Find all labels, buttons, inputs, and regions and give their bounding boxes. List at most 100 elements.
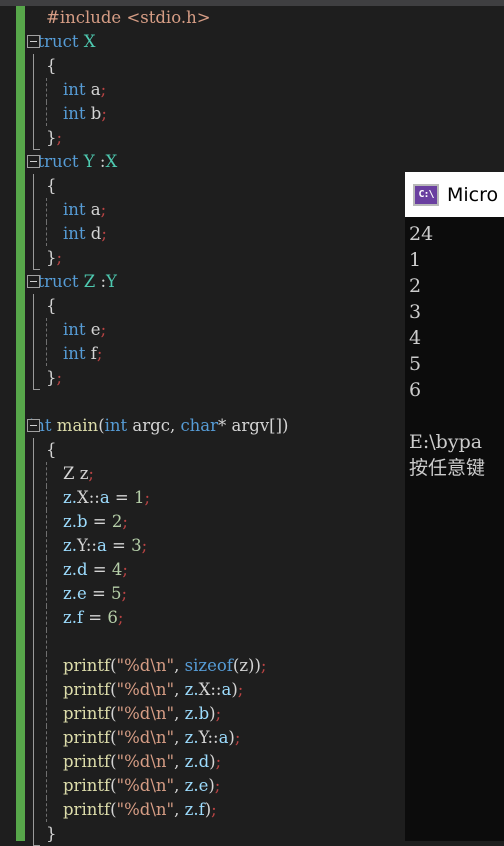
code-line-text: printf("%d\n", sizeof(z));	[63, 656, 266, 675]
code-token: ;	[100, 320, 107, 339]
code-token: e	[90, 320, 101, 339]
code-token: ;	[234, 728, 241, 747]
code-token: z.	[184, 752, 199, 771]
code-token: int	[63, 344, 86, 363]
console-title: Micro	[447, 183, 499, 206]
indent-guide	[46, 510, 47, 534]
code-token: b	[198, 704, 210, 723]
block-guide	[33, 366, 40, 390]
code-line-text: }	[46, 824, 57, 843]
indent-guide	[46, 726, 47, 750]
code-token: 2	[111, 512, 123, 531]
code-token: ;	[214, 776, 221, 795]
code-token: z.	[63, 512, 77, 531]
code-line-text: printf("%d\n", z.b);	[63, 704, 221, 723]
code-line[interactable]: int b;	[0, 102, 504, 126]
code-line-text: struct Z :Y	[29, 272, 117, 291]
code-line-text: struct Y :X	[29, 152, 117, 171]
code-line[interactable]: int a;	[0, 78, 504, 102]
code-token: #include <stdio.h>	[46, 8, 211, 27]
indent-guide	[46, 486, 47, 510]
code-token: ;	[211, 800, 217, 819]
code-token: ;	[121, 584, 128, 603]
indent-guide	[46, 318, 47, 342]
code-token: z.	[184, 728, 199, 747]
code-line-text: int b;	[63, 104, 107, 123]
code-line[interactable]: };	[0, 126, 504, 150]
code-token: ::	[210, 680, 222, 699]
fold-collapse-icon[interactable]	[27, 155, 40, 168]
code-line-text: Z z;	[63, 464, 94, 483]
code-token: }	[46, 128, 57, 147]
block-guide	[33, 726, 34, 750]
code-token: ::	[85, 536, 97, 555]
block-guide	[33, 462, 34, 486]
code-token: a	[218, 728, 229, 747]
code-token: printf	[63, 800, 111, 819]
code-line-text: };	[46, 368, 62, 387]
code-line[interactable]: struct Y :X	[0, 150, 504, 174]
code-line-text: {	[46, 296, 57, 315]
code-token: d	[76, 560, 88, 579]
code-token: ;	[101, 224, 107, 243]
code-token: {	[46, 56, 57, 75]
fold-collapse-icon[interactable]	[27, 419, 40, 432]
code-line-text: z.Y::a = 3;	[63, 536, 147, 555]
code-line[interactable]: {	[0, 54, 504, 78]
code-token: "%d\n"	[116, 752, 175, 771]
code-line-text: };	[46, 128, 62, 147]
code-token: printf	[63, 704, 111, 723]
indent-guide	[46, 462, 47, 486]
code-token: char	[180, 416, 219, 435]
code-token: ,	[174, 776, 185, 795]
indent-guide	[46, 654, 47, 678]
console-window[interactable]: C:\ Micro 24 1 2 3 4 5 6 E:\bypa 按任意键	[405, 172, 504, 841]
block-guide	[33, 678, 34, 702]
console-output-line: 6	[409, 379, 422, 401]
indent-guide	[46, 798, 47, 822]
console-output-line: 4	[409, 327, 422, 349]
code-token: ;	[56, 368, 63, 387]
code-line-text: printf("%d\n", z.Y::a);	[63, 728, 240, 747]
code-line-text: int d;	[63, 224, 107, 243]
block-guide	[33, 654, 34, 678]
code-token: "%d\n"	[116, 680, 175, 699]
code-token: a	[90, 80, 101, 99]
code-line-text: int a;	[63, 80, 106, 99]
code-line-text: z.X::a = 1;	[63, 488, 150, 507]
code-token: ;	[237, 680, 244, 699]
console-output-line: 5	[409, 353, 422, 375]
code-line[interactable]: #include <stdio.h>	[0, 6, 504, 30]
code-line-text: z.f = 6;	[63, 608, 123, 627]
block-guide	[33, 750, 34, 774]
code-line-text: int main(int argc, char* argv[])	[29, 416, 288, 435]
block-guide	[33, 294, 34, 318]
code-token: ::	[88, 488, 100, 507]
code-token: z.	[63, 560, 77, 579]
code-line-text: #include <stdio.h>	[46, 8, 211, 27]
code-token: ::	[207, 728, 219, 747]
fold-collapse-icon[interactable]	[27, 35, 40, 48]
code-token: ;	[122, 560, 128, 579]
code-token: =	[106, 536, 132, 555]
indent-guide	[46, 222, 47, 246]
code-token: =	[87, 560, 112, 579]
fold-collapse-icon[interactable]	[27, 275, 40, 288]
code-token: 4	[111, 560, 123, 579]
code-token: int	[63, 200, 86, 219]
console-output-line: 24	[409, 223, 434, 245]
code-token: printf	[63, 656, 111, 675]
code-token: sizeof	[184, 656, 233, 675]
console-titlebar[interactable]: C:\ Micro	[405, 172, 504, 217]
code-token: ;	[117, 608, 124, 627]
code-token: ,	[174, 728, 185, 747]
code-line[interactable]: struct X	[0, 30, 504, 54]
code-token: {	[46, 176, 57, 195]
code-token: ;	[101, 104, 107, 123]
code-token: int	[63, 224, 86, 243]
code-token: z.	[63, 536, 77, 555]
code-line-text: printf("%d\n", z.f);	[63, 800, 217, 819]
code-token: z.	[184, 776, 199, 795]
code-line-text: {	[46, 56, 57, 75]
